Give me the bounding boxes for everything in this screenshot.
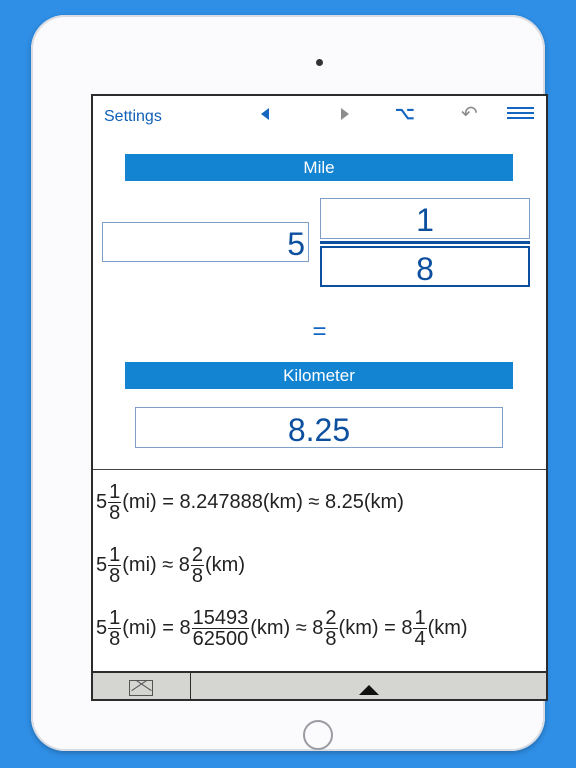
home-button[interactable] xyxy=(303,720,333,750)
fraction-numerator: 2 xyxy=(190,544,205,566)
fraction-denominator: 62500 xyxy=(192,628,249,650)
fraction: 1 8 xyxy=(108,607,122,650)
mail-button[interactable] xyxy=(93,673,191,699)
fraction: 1 4 xyxy=(413,607,427,650)
fraction-denominator: 8 xyxy=(325,628,337,650)
option-key-icon[interactable]: ⌥ xyxy=(395,104,415,124)
whole-number-input[interactable]: 5 xyxy=(102,222,309,262)
mail-icon xyxy=(129,680,153,696)
numerator-input[interactable]: 1 xyxy=(320,198,530,239)
fraction-numerator: 1 xyxy=(413,607,427,629)
fraction-numerator: 1 xyxy=(108,607,122,629)
settings-button[interactable]: Settings xyxy=(104,108,162,126)
expand-up-icon[interactable] xyxy=(359,685,379,695)
menu-icon[interactable] xyxy=(507,107,534,122)
equation-text: (km) xyxy=(427,617,468,639)
equation-text: (km) xyxy=(205,554,245,576)
fraction-numerator: 2 xyxy=(324,607,338,629)
fraction: 2 8 xyxy=(190,544,205,587)
bottom-bar xyxy=(93,671,546,699)
fraction: 1 8 xyxy=(108,544,122,587)
equation-text: (mi) = 8.247888(km) ≈ 8.25(km) xyxy=(122,491,404,513)
divider xyxy=(93,469,546,470)
fraction-denominator: 8 xyxy=(191,565,204,587)
equals-sign: = xyxy=(312,318,327,345)
fraction-denominator: 8 xyxy=(109,628,121,650)
equation-text: (mi) = 8 xyxy=(122,617,191,639)
fraction-bar xyxy=(320,241,530,244)
fraction-numerator: 1 xyxy=(108,544,122,566)
mixed-whole: 5 xyxy=(96,554,108,576)
toolbar: Settings ⌥ ↶ xyxy=(93,96,546,136)
result-line-eighths: 5 1 8 (mi) ≈ 8 2 8 (km) xyxy=(96,545,245,586)
app-screen: Settings ⌥ ↶ Mile 5 1 8 = Kilometer 8.25… xyxy=(91,94,548,701)
front-camera xyxy=(316,59,323,66)
denominator-input[interactable]: 8 xyxy=(320,246,530,287)
next-arrow-icon[interactable] xyxy=(341,108,349,120)
fraction: 2 8 xyxy=(324,607,338,650)
result-output: 8.25 xyxy=(135,407,503,448)
undo-icon[interactable]: ↶ xyxy=(461,104,478,124)
fraction-denominator: 8 xyxy=(109,502,121,524)
tablet-frame: Settings ⌥ ↶ Mile 5 1 8 = Kilometer 8.25… xyxy=(31,15,548,751)
from-unit-selector[interactable]: Mile xyxy=(125,154,513,181)
fraction-denominator: 8 xyxy=(109,565,121,587)
result-line-decimal: 5 1 8 (mi) = 8.247888(km) ≈ 8.25(km) xyxy=(96,482,404,523)
result-line-exact: 5 1 8 (mi) = 8 15493 62500 (km) ≈ 8 2 8 … xyxy=(96,608,468,649)
equation-text: (km) ≈ 8 xyxy=(250,617,324,639)
fraction: 1 8 xyxy=(108,481,122,524)
to-unit-selector[interactable]: Kilometer xyxy=(125,362,513,389)
fraction-numerator: 15493 xyxy=(191,607,250,629)
previous-arrow-icon[interactable] xyxy=(261,108,269,120)
fraction-numerator: 1 xyxy=(108,481,122,503)
fraction: 15493 62500 xyxy=(191,607,250,650)
mixed-whole: 5 xyxy=(96,491,108,513)
equation-text: (km) = 8 xyxy=(338,617,413,639)
equation-text: (mi) ≈ 8 xyxy=(122,554,190,576)
fraction-denominator: 4 xyxy=(414,628,426,650)
mixed-whole: 5 xyxy=(96,617,108,639)
